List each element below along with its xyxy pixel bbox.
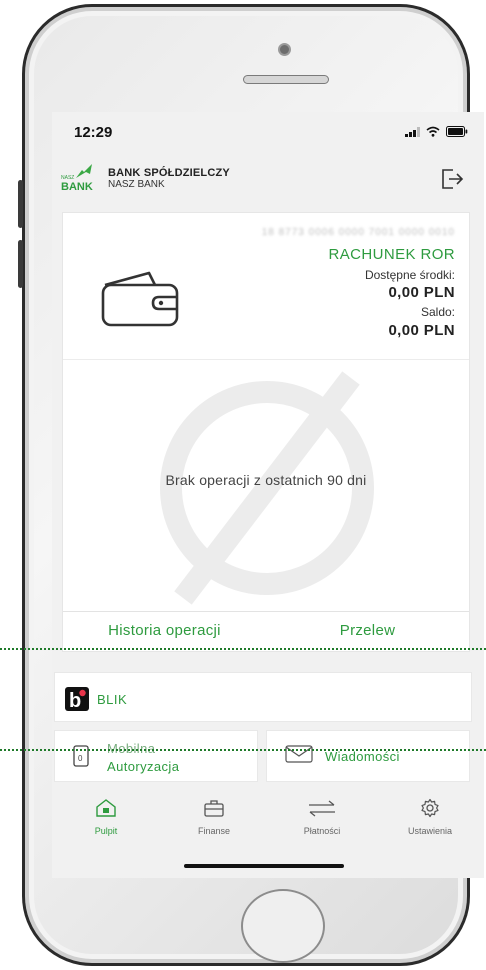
blik-logo-icon: b (65, 687, 89, 711)
balance-label: Saldo: (420, 305, 455, 319)
guide-line-top (0, 648, 486, 650)
status-time: 12:29 (74, 124, 113, 141)
tab-pulpit-label: Pulpit (94, 826, 118, 836)
volume-down-button (18, 240, 23, 288)
status-icons (405, 126, 468, 137)
speaker-grille (243, 75, 329, 84)
tab-platnosci[interactable]: Płatności (268, 792, 376, 850)
guide-line-bottom (0, 749, 486, 751)
mobile-authorization-tile[interactable]: 0 Mobilna Autoryzacja (54, 730, 258, 782)
logo-big-text: BANK (61, 181, 93, 192)
tab-pulpit[interactable]: Pulpit (52, 792, 160, 850)
volume-up-button (18, 180, 23, 228)
logout-icon[interactable] (440, 168, 464, 190)
balance-value: 0,00 PLN (388, 322, 455, 339)
mobile-auth-line2: Autoryzacja (107, 759, 180, 774)
gear-icon (421, 798, 439, 818)
app-screen: 12:29 NASZ BANK BANK SPÓŁDZIELCZY NASZ B… (52, 112, 484, 878)
bank-subname: NASZ BANK (108, 179, 165, 190)
briefcase-icon (204, 800, 224, 817)
bank-name: BANK SPÓŁDZIELCZY (108, 167, 230, 179)
account-card[interactable]: 18 8773 0006 0000 7001 0000 0010 RACHUNE… (62, 212, 470, 652)
tab-finanse[interactable]: Finanse (160, 792, 268, 850)
account-number: 18 8773 0006 0000 7001 0000 0010 (261, 227, 455, 238)
no-operations-text: Brak operacji z ostatnich 90 dni (165, 472, 367, 488)
blik-button[interactable]: b BLIK (54, 672, 472, 722)
bottom-tab-bar: Pulpit Finanse Płatności Ustawienia (52, 792, 484, 850)
tab-platnosci-label: Płatności (303, 826, 341, 836)
available-funds-label: Dostępne środki: (364, 268, 455, 282)
available-funds-value: 0,00 PLN (388, 284, 455, 301)
account-name: RACHUNEK ROR (328, 246, 455, 263)
wifi-icon (426, 126, 440, 137)
camera-icon (278, 43, 291, 56)
messages-tile[interactable]: Wiadomości (266, 730, 470, 782)
svg-text:0: 0 (78, 754, 83, 763)
signal-icon (405, 126, 420, 137)
home-icon (96, 799, 116, 817)
envelope-icon (285, 745, 313, 763)
blik-label: BLIK (97, 692, 128, 707)
account-summary[interactable]: 18 8773 0006 0000 7001 0000 0010 RACHUNE… (63, 213, 469, 359)
history-button[interactable]: Historia operacji (63, 612, 266, 651)
operations-panel: Brak operacji z ostatnich 90 dni (63, 359, 469, 611)
transfer-button[interactable]: Przelew (266, 612, 469, 651)
tab-ustawienia-label: Ustawienia (407, 826, 453, 836)
app-header: NASZ BANK BANK SPÓŁDZIELCZY NASZ BANK (52, 158, 484, 198)
tab-finanse-label: Finanse (197, 826, 231, 836)
wallet-icon (101, 271, 179, 327)
transfer-arrows-icon (309, 800, 335, 817)
account-actions: Historia operacji Przelew (63, 611, 469, 651)
home-button[interactable] (241, 889, 325, 963)
home-indicator[interactable] (184, 864, 344, 868)
battery-icon (446, 126, 468, 137)
page: 12:29 NASZ BANK BANK SPÓŁDZIELCZY NASZ B… (0, 0, 486, 970)
messages-label: Wiadomości (325, 749, 400, 764)
bank-logo: NASZ BANK (61, 164, 93, 192)
tab-ustawienia[interactable]: Ustawienia (376, 792, 484, 850)
status-bar: 12:29 (52, 112, 484, 148)
empty-state-icon (160, 371, 374, 605)
